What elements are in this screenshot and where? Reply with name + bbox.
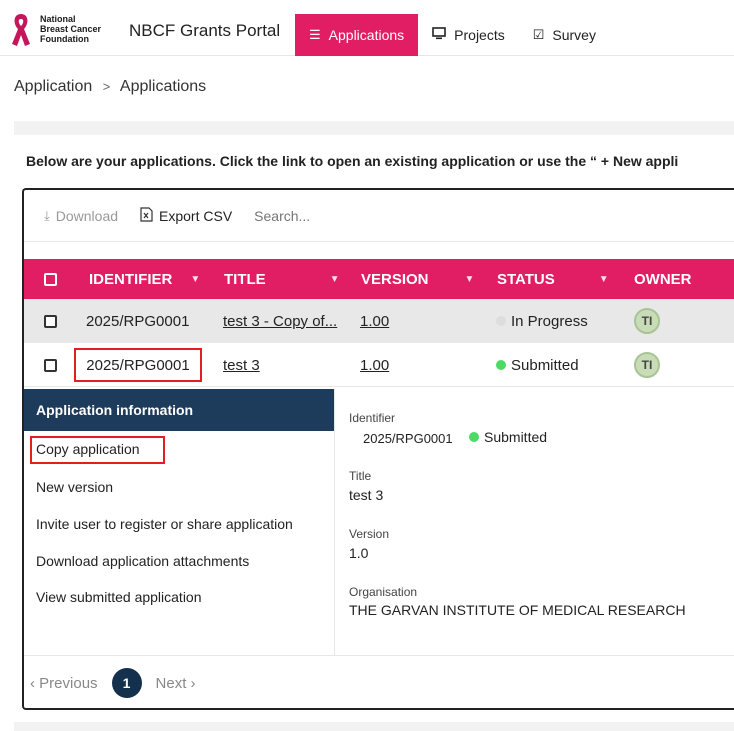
table-row[interactable]: 2025/RPG0001 test 3 - Copy of... 1.00 In… — [24, 299, 734, 343]
highlight-box — [74, 348, 202, 382]
previous-page-button[interactable]: ‹ Previous — [30, 675, 98, 692]
new-version-link[interactable]: New version — [36, 479, 113, 495]
version-value: 1.0 — [349, 545, 369, 561]
detail-sidebar: Application information Copy application… — [24, 389, 335, 656]
row-title-link[interactable]: test 3 — [223, 343, 260, 387]
top-bar: National Breast Cancer Foundation NBCF G… — [0, 0, 734, 56]
ribbon-icon — [12, 14, 30, 46]
list-icon: ☰ — [309, 27, 321, 42]
organisation-value: THE GARVAN INSTITUTE OF MEDICAL RESEARCH — [349, 602, 686, 618]
filter-icon[interactable]: ▼ — [330, 274, 340, 285]
divider-band — [14, 722, 734, 731]
checkbox-icon: ☑ — [532, 27, 545, 42]
table-row[interactable]: 2025/RPG0001 test 3 1.00 Submitted TI — [24, 343, 734, 387]
status-badge: In Progress — [496, 299, 588, 343]
identifier-value: 2025/RPG0001 — [363, 431, 453, 446]
avatar[interactable]: TI — [634, 343, 660, 387]
status-badge: Submitted — [469, 429, 547, 445]
column-identifier[interactable]: IDENTIFIER ▼ — [89, 259, 200, 299]
logo-text: National Breast Cancer Foundation — [40, 14, 102, 44]
nav-projects-label: Projects — [454, 27, 505, 43]
monitor-icon — [432, 27, 446, 43]
view-submitted-link[interactable]: View submitted application — [36, 589, 202, 605]
filter-icon[interactable]: ▼ — [599, 274, 609, 285]
row-identifier: 2025/RPG0001 — [74, 348, 202, 382]
title-value: test 3 — [349, 487, 384, 503]
identifier-label: Identifier — [349, 411, 396, 425]
intro-text: Below are your applications. Click the l… — [26, 153, 679, 169]
search-input[interactable] — [254, 207, 415, 224]
nav-applications[interactable]: ☰ Applications — [295, 14, 419, 56]
column-status[interactable]: STATUS ▼ — [497, 259, 609, 299]
filter-icon[interactable]: ▼ — [190, 274, 200, 285]
download-attachments-link[interactable]: Download application attachments — [36, 553, 249, 569]
status-badge: Submitted — [496, 343, 579, 387]
download-icon: ⤓ — [44, 207, 50, 223]
column-title-label: TITLE — [224, 270, 266, 288]
export-csv-button[interactable]: Export CSV — [140, 206, 233, 225]
applications-grid: ⤓ Download Export CSV IDENTIFIER ▼ TITLE ▼… — [22, 188, 734, 710]
nav-survey-label: Survey — [552, 27, 596, 43]
sidebar-heading[interactable]: Application information — [24, 389, 334, 431]
row-detail: Application information Copy application… — [24, 389, 734, 656]
excel-file-icon — [140, 206, 153, 225]
filter-icon[interactable]: ▼ — [465, 274, 475, 285]
select-all-checkbox[interactable] — [44, 259, 57, 299]
row-checkbox[interactable] — [44, 299, 57, 343]
breadcrumb-separator: > — [102, 79, 111, 94]
pagination: ‹ Previous 1 Next › — [24, 658, 734, 708]
breadcrumb-root[interactable]: Application — [14, 78, 92, 95]
download-button[interactable]: ⤓ Download — [44, 208, 118, 224]
column-version[interactable]: VERSION ▼ — [361, 259, 474, 299]
grid-toolbar: ⤓ Download Export CSV — [24, 190, 734, 242]
row-version-link[interactable]: 1.00 — [360, 299, 389, 343]
column-owner-label: OWNER — [634, 270, 692, 288]
next-page-button[interactable]: Next › — [156, 675, 196, 692]
nav-projects[interactable]: Projects — [418, 14, 519, 56]
organisation-label: Organisation — [349, 585, 418, 599]
nav-applications-label: Applications — [328, 27, 405, 43]
highlight-box — [30, 436, 165, 464]
column-owner[interactable]: OWNER — [634, 259, 692, 299]
status-dot — [469, 432, 479, 442]
nbcf-logo[interactable]: National Breast Cancer Foundation — [10, 12, 130, 48]
copy-application-link[interactable]: Copy application — [30, 436, 165, 464]
download-label: Download — [55, 207, 119, 224]
nav-survey[interactable]: ☑ Survey — [519, 14, 610, 56]
breadcrumb-current: Applications — [119, 78, 207, 95]
invite-user-link[interactable]: Invite user to register or share applica… — [36, 516, 293, 532]
row-title-link[interactable]: test 3 - Copy of... — [223, 299, 337, 343]
column-identifier-label: IDENTIFIER — [89, 270, 173, 288]
avatar[interactable]: TI — [634, 299, 660, 343]
breadcrumb: Application > Applications — [14, 78, 206, 96]
divider-band — [14, 121, 734, 135]
title-label: Title — [349, 469, 372, 483]
row-checkbox[interactable] — [44, 343, 57, 387]
column-title[interactable]: TITLE ▼ — [224, 259, 340, 299]
column-version-label: VERSION — [361, 270, 429, 288]
row-version-link[interactable]: 1.00 — [360, 343, 389, 387]
grid-header: IDENTIFIER ▼ TITLE ▼ VERSION ▼ STATUS ▼ OWNE… — [24, 259, 734, 299]
row-identifier: 2025/RPG0001 — [86, 312, 190, 330]
page-1-button[interactable]: 1 — [111, 668, 142, 698]
status-dot — [496, 316, 506, 326]
status-dot — [496, 360, 506, 370]
main-nav: ☰ Applications Projects ☑ Survey — [295, 14, 610, 56]
column-status-label: STATUS — [497, 270, 555, 288]
version-label: Version — [349, 527, 390, 541]
app-title: NBCF Grants Portal — [129, 21, 281, 40]
export-csv-label: Export CSV — [159, 207, 233, 224]
